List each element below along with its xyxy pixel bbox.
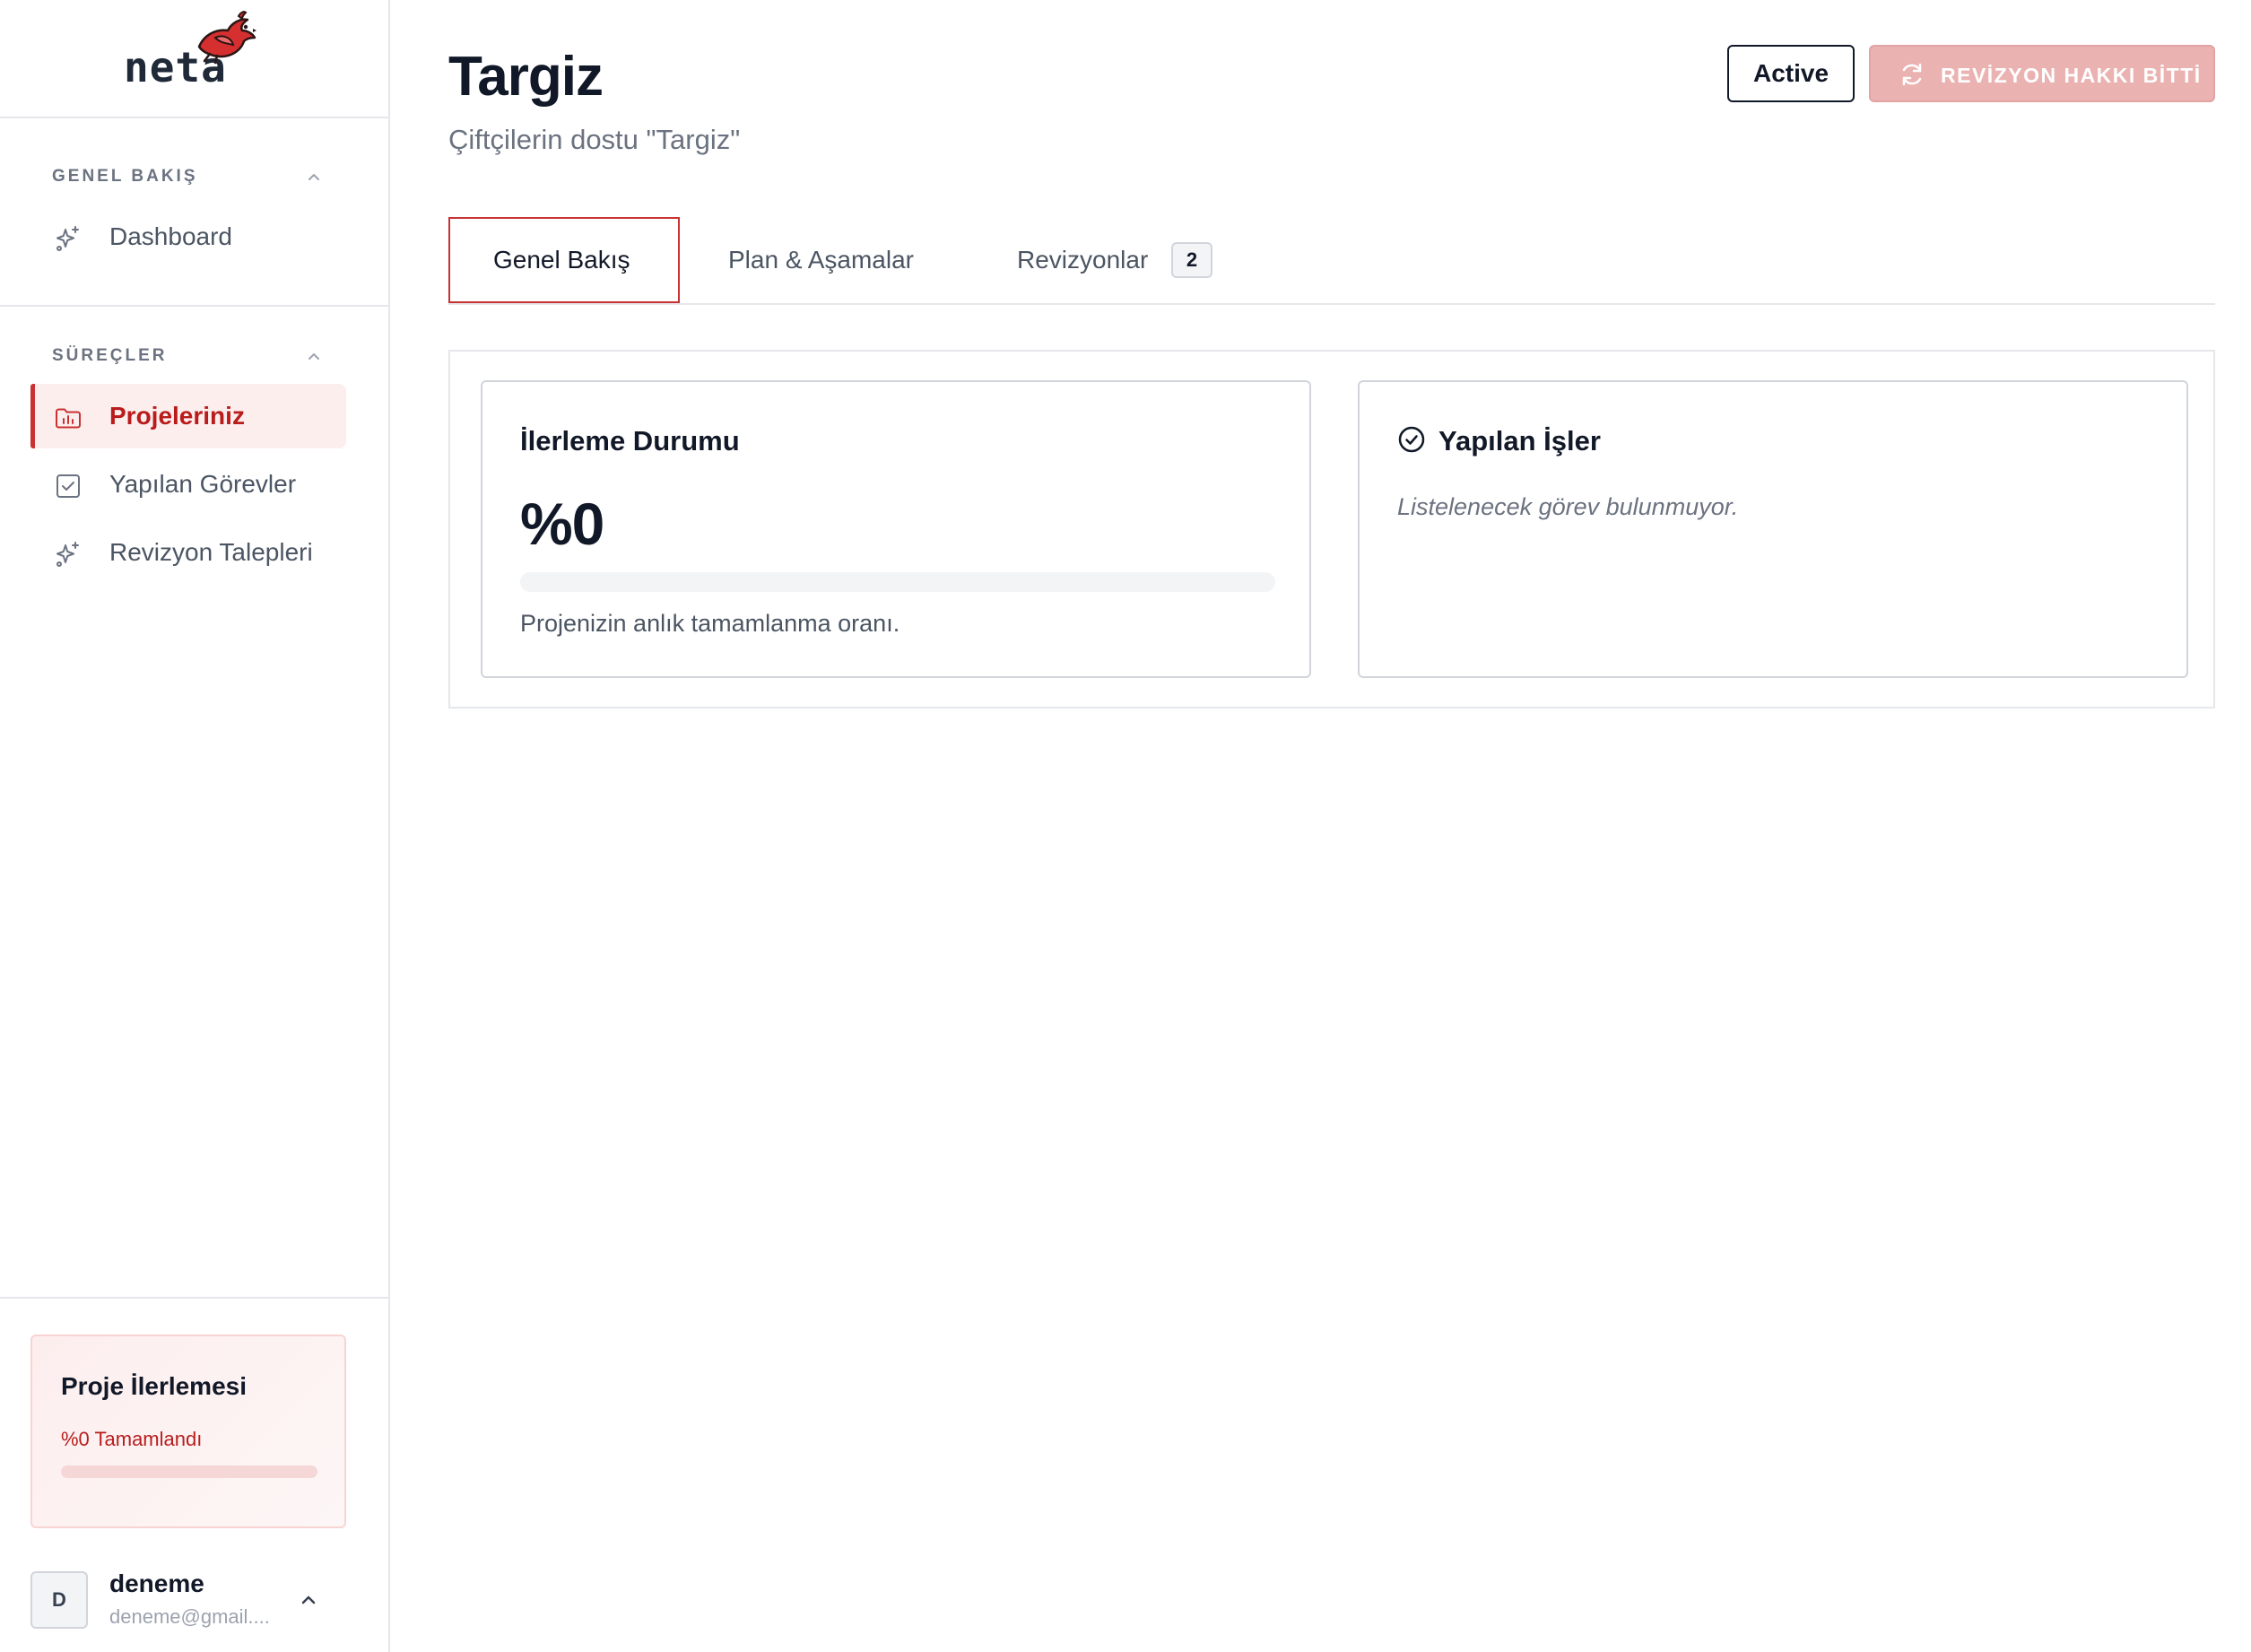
revisions-count-badge: 2	[1171, 242, 1212, 278]
progress-status-card: İlerleme Durumu %0 Projenizin anlık tama…	[481, 380, 1311, 678]
tab-overview[interactable]: Genel Bakış	[448, 217, 680, 303]
sidebar-item-projects[interactable]: Projeleriniz	[30, 384, 346, 448]
page-title: Targiz	[448, 46, 604, 108]
avatar[interactable]: D	[30, 1571, 88, 1629]
chevron-up-icon[interactable]	[303, 167, 325, 188]
user-email: deneme@gmail....	[109, 1605, 270, 1628]
tabs-divider	[448, 303, 2215, 305]
refresh-icon	[1902, 63, 1922, 86]
sparkles-icon	[56, 542, 79, 567]
section-heading-overview: GENEL BAKIŞ	[52, 167, 198, 186]
empty-state-text: Listelenecek görev bulunmuyor.	[1397, 493, 1739, 520]
progress-bar	[520, 572, 1275, 592]
tab-label: Revizyonlar	[1017, 246, 1149, 274]
progress-status-title: İlerleme Durumu	[520, 425, 740, 456]
tab-label: Genel Bakış	[493, 246, 630, 274]
section-divider	[0, 305, 388, 307]
chevron-up-icon[interactable]	[296, 1587, 321, 1613]
tab-plan-stages[interactable]: Plan & Aşamalar	[705, 217, 938, 303]
sidebar-item-label: Dashboard	[109, 222, 232, 250]
status-button[interactable]: Active	[1727, 45, 1855, 102]
sidebar-item-label: Projeleriniz	[109, 402, 245, 430]
page-subtitle: Çiftçilerin dostu "Targiz"	[448, 124, 741, 155]
tab-revisions[interactable]: Revizyonlar 2	[995, 217, 1229, 303]
project-progress-card: Proje İlerlemesi %0 Tamamlandı	[30, 1335, 346, 1528]
checkbox-icon	[56, 474, 80, 498]
sidebar-item-completed-tasks[interactable]: Yapılan Görevler	[30, 452, 346, 517]
progress-percent-value: %0	[520, 491, 604, 557]
tab-label: Plan & Aşamalar	[728, 246, 914, 274]
sidebar-item-label: Revizyon Talepleri	[109, 538, 313, 566]
progress-note: Projenizin anlık tamamlanma oranı.	[520, 610, 900, 637]
project-progress-title: Proje İlerlemesi	[61, 1372, 248, 1400]
chevron-up-icon[interactable]	[303, 346, 325, 368]
sparkles-icon	[56, 226, 79, 251]
completed-work-card: Yapılan İşler Listelenecek görev bulunmu…	[1358, 380, 2188, 678]
sidebar-item-label: Yapılan Görevler	[109, 470, 297, 498]
sidebar-item-revision-requests[interactable]: Revizyon Talepleri	[30, 520, 346, 585]
sidebar: neta GENEL BAKIŞ Dashboard SÜREÇLER Proj…	[0, 0, 390, 1652]
section-heading-processes: SÜREÇLER	[52, 346, 168, 365]
revision-limit-label: REVİZYON HAKKI BİTTİ	[1941, 64, 2202, 87]
project-progress-status: %0 Tamamlandı	[61, 1428, 203, 1450]
revision-limit-button[interactable]: REVİZYON HAKKI BİTTİ	[1869, 45, 2215, 102]
completed-work-title: Yapılan İşler	[1438, 425, 1601, 456]
sidebar-footer-divider	[0, 1297, 388, 1299]
project-progress-bar	[61, 1465, 317, 1478]
folder-chart-icon	[56, 408, 81, 429]
bird-logo-icon	[197, 11, 256, 65]
user-name: deneme	[109, 1569, 204, 1597]
check-circle-icon	[1398, 426, 1425, 453]
logo-area: neta	[0, 0, 388, 118]
sidebar-item-dashboard[interactable]: Dashboard	[30, 204, 346, 269]
